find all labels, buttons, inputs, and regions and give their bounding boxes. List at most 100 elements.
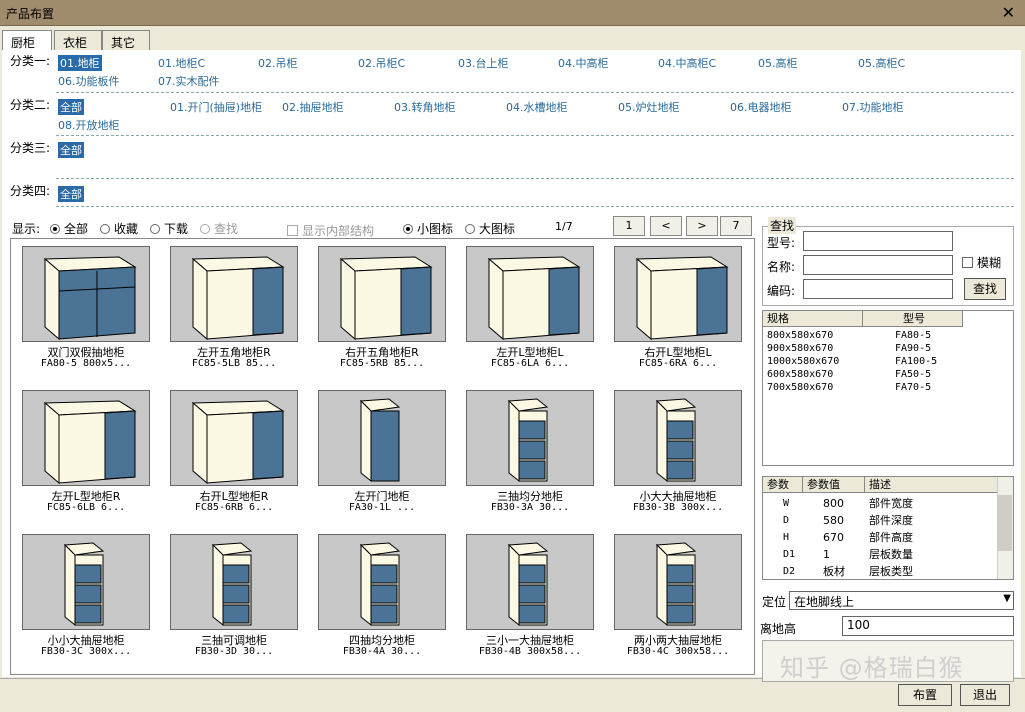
radio-all[interactable]: 全部	[50, 220, 88, 237]
spec-size-cell[interactable]: 600x580x670	[767, 368, 833, 381]
product-item[interactable]: 左开L型地柜L FC85-6LA 6...	[466, 246, 594, 376]
product-item[interactable]: 左开五角地柜R FC85-5LB 85...	[170, 246, 298, 376]
spec-model-cell[interactable]: FA50-5	[895, 368, 931, 381]
prev-page-button[interactable]: <	[650, 216, 682, 236]
product-thumbnail[interactable]	[318, 246, 446, 342]
cat1-item[interactable]: 02.吊柜C	[358, 55, 405, 71]
product-item[interactable]: 左开门地柜 FA30-1L ...	[318, 390, 446, 520]
product-item[interactable]: 小大大抽屉地柜 FB30-3B 300x...	[614, 390, 742, 520]
product-thumbnail[interactable]	[614, 534, 742, 630]
product-item[interactable]: 小小大抽屉地柜 FB30-3C 300x...	[22, 534, 150, 664]
cat1-item[interactable]: 01.地柜C	[158, 55, 205, 71]
product-item[interactable]: 双门双假抽地柜 FA80-5 800x5...	[22, 246, 150, 376]
spec-model-cell[interactable]: FA70-5	[895, 381, 931, 394]
spec-size-cell[interactable]: 1000x580x670	[767, 355, 839, 368]
param-scrollbar[interactable]	[997, 477, 1013, 579]
product-item[interactable]: 右开五角地柜R FC85-5RB 85...	[318, 246, 446, 376]
product-item[interactable]: 三抽可调地柜 FB30-3D 30...	[170, 534, 298, 664]
cat1-item[interactable]: 04.中高柜C	[658, 55, 716, 71]
cat2-item[interactable]: 02.抽屉地柜	[282, 99, 344, 115]
spec-size-cell[interactable]: 900x580x670	[767, 342, 833, 355]
last-page-button[interactable]: 7	[720, 216, 752, 236]
cat1-item[interactable]: 07.实木配件	[158, 73, 220, 89]
cat1-item[interactable]: 05.高柜C	[858, 55, 905, 71]
radio-favorites[interactable]: 收藏	[100, 220, 138, 237]
tab-other[interactable]: 其它	[102, 30, 150, 50]
spec-size-cell[interactable]: 700x580x670	[767, 381, 833, 394]
product-code: FC85-6RB 6...	[194, 502, 274, 513]
product-thumbnail[interactable]	[466, 534, 594, 630]
cat2-item[interactable]: 01.开门(抽屉)地柜	[170, 99, 262, 115]
cat2-item[interactable]: 03.转角地柜	[394, 99, 456, 115]
next-page-button[interactable]: >	[686, 216, 718, 236]
param-value-cell[interactable]: 580	[823, 514, 844, 527]
close-icon[interactable]: ✕	[1002, 3, 1015, 22]
product-thumbnail[interactable]	[318, 534, 446, 630]
cat2-item[interactable]: 全部	[58, 99, 84, 115]
cat2-item[interactable]: 07.功能地柜	[842, 99, 904, 115]
spec-model-cell[interactable]: FA90-5	[895, 342, 931, 355]
product-thumbnail[interactable]	[170, 246, 298, 342]
product-thumbnail[interactable]	[22, 534, 150, 630]
cat1-item[interactable]: 06.功能板件	[58, 73, 120, 89]
name-input[interactable]	[803, 255, 953, 275]
product-thumbnail[interactable]	[170, 534, 298, 630]
product-thumbnail[interactable]	[170, 390, 298, 486]
param-name-cell: W	[783, 498, 790, 509]
product-thumbnail[interactable]	[614, 246, 742, 342]
product-item[interactable]: 三小一大抽屉地柜 FB30-4B 300x58...	[466, 534, 594, 664]
scroll-thumb[interactable]	[998, 495, 1012, 551]
product-code: FC85-5LB 85...	[191, 358, 277, 369]
position-select[interactable]: 在地脚线上 ▼	[789, 591, 1014, 610]
product-item[interactable]: 右开L型地柜L FC85-6RA 6...	[614, 246, 742, 376]
chevron-down-icon[interactable]: ▼	[1003, 593, 1011, 604]
cat2-item[interactable]: 05.炉灶地柜	[618, 99, 680, 115]
radio-large-icon[interactable]: 大图标	[465, 220, 515, 237]
spec-size-cell[interactable]: 800x580x670	[767, 329, 833, 342]
model-input[interactable]	[803, 231, 953, 251]
param-value-cell[interactable]: 800	[823, 497, 844, 510]
product-item[interactable]: 四抽均分地柜 FB30-4A 30...	[318, 534, 446, 664]
cat2-item[interactable]: 06.电器地柜	[730, 99, 792, 115]
height-input[interactable]: 100	[842, 616, 1014, 636]
cat1-item[interactable]: 02.吊柜	[258, 55, 298, 71]
param-value-cell[interactable]: 670	[823, 531, 844, 544]
product-item[interactable]: 右开L型地柜R FC85-6RB 6...	[170, 390, 298, 520]
product-thumbnail[interactable]	[318, 390, 446, 486]
param-value-cell[interactable]: 1	[823, 548, 830, 561]
product-thumbnail[interactable]	[466, 246, 594, 342]
product-item[interactable]: 三抽均分地柜 FB30-3A 30...	[466, 390, 594, 520]
model-label: 型号:	[767, 236, 796, 250]
first-page-button[interactable]: 1	[613, 216, 645, 236]
product-thumbnail[interactable]	[466, 390, 594, 486]
cat2-item[interactable]: 08.开放地柜	[58, 117, 120, 133]
param-table: 参数 参数值 描述 W 800 部件宽度 D 580 部件深度 H 670 部件高度…	[762, 476, 1014, 580]
product-thumbnail[interactable]	[22, 246, 150, 342]
radio-download[interactable]: 下载	[150, 220, 188, 237]
cat1-item[interactable]: 04.中高柜	[558, 55, 609, 71]
tab-wardrobe[interactable]: 衣柜	[54, 30, 102, 50]
spec-model-cell[interactable]: FA80-5	[895, 329, 931, 342]
product-item[interactable]: 左开L型地柜R FC85-6LB 6...	[22, 390, 150, 520]
watermark: 知乎 @格瑞白猴	[780, 654, 964, 682]
place-button[interactable]: 布置	[898, 684, 952, 706]
tab-kitchen[interactable]: 厨柜	[2, 30, 52, 51]
product-thumbnail[interactable]	[614, 390, 742, 486]
cat1-item[interactable]: 01.地柜	[58, 55, 102, 71]
cat1-item[interactable]: 03.台上柜	[458, 55, 509, 71]
radio-small-icon[interactable]: 小图标	[403, 220, 453, 237]
product-thumbnail[interactable]	[22, 390, 150, 486]
radio-label: 下载	[164, 222, 189, 236]
product-item[interactable]: 两小两大抽屉地柜 FB30-4C 300x58...	[614, 534, 742, 664]
cat1-item[interactable]: 05.高柜	[758, 55, 798, 71]
cat2-item[interactable]: 04.水槽地柜	[506, 99, 568, 115]
spec-model-cell[interactable]: FA100-5	[895, 355, 937, 368]
cat4-item[interactable]: 全部	[58, 186, 84, 202]
exit-button[interactable]: 退出	[960, 684, 1010, 706]
search-button[interactable]: 查找	[964, 278, 1006, 300]
title-bar: 产品布置 ✕	[0, 0, 1025, 26]
cat3-item[interactable]: 全部	[58, 142, 84, 158]
code-input[interactable]	[803, 279, 953, 299]
fuzzy-checkbox[interactable]: 模糊	[962, 254, 1001, 271]
param-value-cell[interactable]: 板材	[823, 565, 845, 578]
